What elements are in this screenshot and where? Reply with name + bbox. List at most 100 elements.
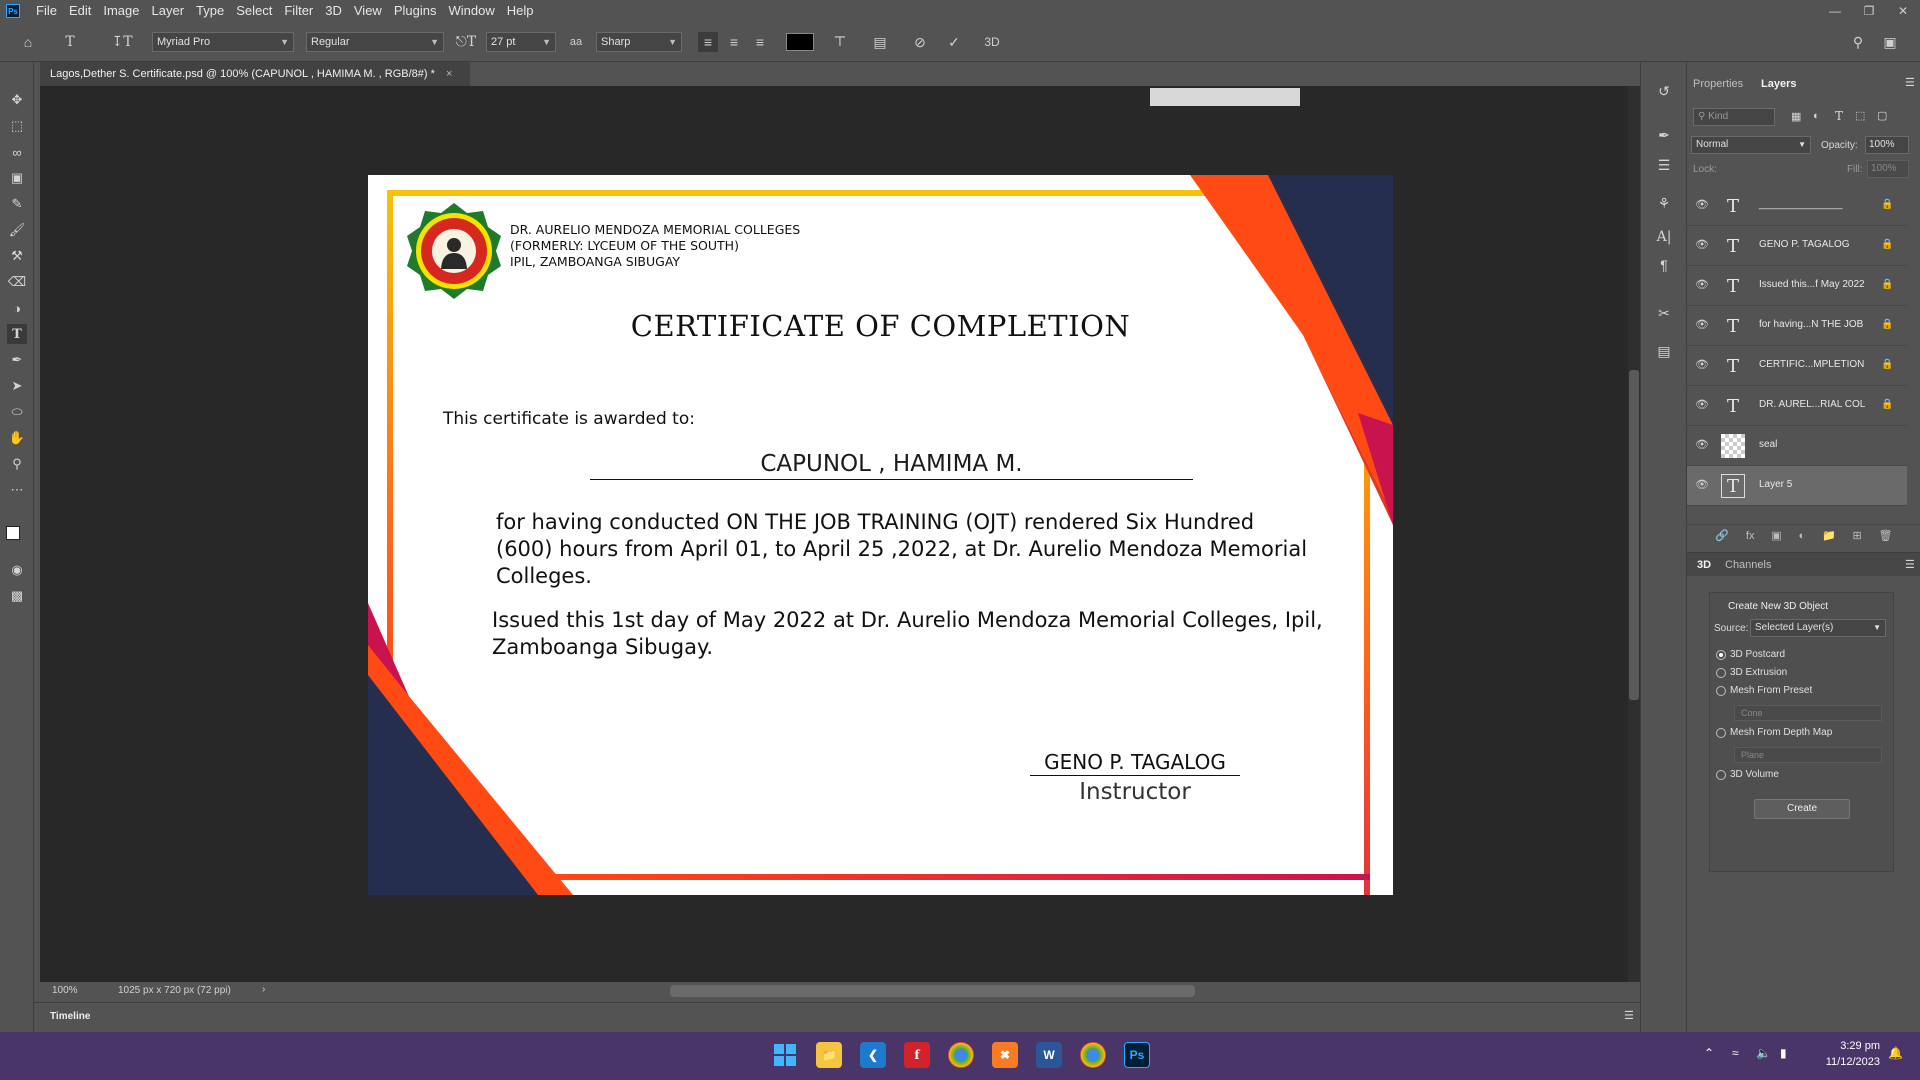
font-size-select[interactable]: 27 pt ▼ bbox=[486, 32, 556, 52]
chrome-icon[interactable] bbox=[948, 1042, 974, 1068]
character-icon[interactable]: A| bbox=[1653, 226, 1675, 248]
certificate-canvas[interactable]: DR. AURELIO MENDOZA MEMORIAL COLLEGES (F… bbox=[368, 175, 1393, 895]
layer-row[interactable]: 👁 T _______________ 🔒 bbox=[1687, 186, 1907, 226]
windows-start-icon[interactable] bbox=[772, 1042, 798, 1068]
layer-row[interactable]: 👁 seal bbox=[1687, 426, 1907, 466]
file-explorer-icon[interactable]: 📁 bbox=[816, 1042, 842, 1068]
paint-bucket-tool-icon[interactable]: ◑ bbox=[7, 298, 27, 318]
add-mask-icon[interactable]: ▣ bbox=[1771, 529, 1781, 542]
foxit-icon[interactable]: f bbox=[904, 1042, 930, 1068]
3d-button[interactable]: 3D bbox=[982, 32, 1002, 52]
photoshop-taskbar-icon[interactable]: Ps bbox=[1124, 1042, 1150, 1068]
source-select[interactable]: Selected Layer(s) ▼ bbox=[1750, 619, 1886, 637]
layer-row[interactable]: 👁 T DR. AUREL...RIAL COL 🔒 bbox=[1687, 386, 1907, 426]
horizontal-scroll-thumb[interactable] bbox=[670, 985, 1195, 997]
menu-help[interactable]: Help bbox=[501, 0, 540, 22]
chrome-profile-icon[interactable] bbox=[1080, 1042, 1106, 1068]
cancel-icon[interactable]: ⊘ bbox=[910, 32, 930, 52]
antialias-select[interactable]: Sharp ▼ bbox=[596, 32, 682, 52]
layer-row[interactable]: 👁 T Issued this...f May 2022 🔒 bbox=[1687, 266, 1907, 306]
menu-file[interactable]: File bbox=[30, 0, 63, 22]
search-icon[interactable]: ⚲ bbox=[1848, 32, 1868, 52]
vscode-icon[interactable]: ❮ bbox=[860, 1042, 886, 1068]
timeline-menu-icon[interactable]: ☰ bbox=[1624, 1009, 1634, 1022]
layer-row[interactable]: 👁 T for having...N THE JOB 🔒 bbox=[1687, 306, 1907, 346]
layer-style-icon[interactable]: fx bbox=[1746, 530, 1755, 542]
clone-stamp-tool-icon[interactable]: ⚒ bbox=[7, 246, 27, 266]
workspace-icon[interactable]: ▣ bbox=[1880, 32, 1900, 52]
notification-icon[interactable]: 🔔 bbox=[1888, 1046, 1903, 1060]
vertical-scroll-thumb[interactable] bbox=[1629, 370, 1639, 700]
libraries-icon[interactable]: ▤ bbox=[1653, 340, 1675, 362]
filter-pixel-icon[interactable]: ▦ bbox=[1791, 110, 1801, 123]
foreground-color-swatch[interactable] bbox=[6, 526, 20, 540]
battery-icon[interactable]: ▮ bbox=[1780, 1046, 1787, 1060]
delete-layer-icon[interactable]: 🗑 bbox=[1879, 529, 1893, 542]
font-family-select[interactable]: Myriad Pro ▼ bbox=[152, 32, 294, 52]
opacity-input[interactable]: 100% bbox=[1865, 136, 1909, 154]
text-orientation-icon[interactable]: ↧T bbox=[111, 32, 132, 52]
screen-mode-icon[interactable]: ▩ bbox=[7, 586, 27, 606]
menu-filter[interactable]: Filter bbox=[278, 0, 319, 22]
brush-tool-icon[interactable]: 🖌 bbox=[7, 220, 27, 240]
new-adjustment-icon[interactable]: ◐ bbox=[1799, 530, 1806, 542]
create-3d-button[interactable]: Create bbox=[1754, 799, 1850, 819]
tab-properties[interactable]: Properties bbox=[1693, 78, 1743, 90]
eraser-tool-icon[interactable]: ⌫ bbox=[7, 272, 27, 292]
close-tab-icon[interactable]: × bbox=[446, 68, 452, 80]
menu-layer[interactable]: Layer bbox=[146, 0, 191, 22]
menu-select[interactable]: Select bbox=[230, 0, 278, 22]
align-center-icon[interactable]: ≡ bbox=[724, 32, 744, 52]
align-left-icon[interactable]: ≡ bbox=[698, 32, 718, 52]
menu-type[interactable]: Type bbox=[190, 0, 230, 22]
home-icon[interactable]: ⌂ bbox=[18, 32, 38, 52]
tool-presets-icon[interactable]: ✂ bbox=[1653, 302, 1675, 324]
layer-row[interactable]: 👁 T GENO P. TAGALOG 🔒 bbox=[1687, 226, 1907, 266]
wifi-icon[interactable]: ≈ bbox=[1732, 1046, 1739, 1060]
menu-image[interactable]: Image bbox=[97, 0, 145, 22]
align-right-icon[interactable]: ≡ bbox=[750, 32, 770, 52]
font-style-select[interactable]: Regular ▼ bbox=[306, 32, 444, 52]
xampp-icon[interactable]: ✖ bbox=[992, 1042, 1018, 1068]
visibility-eye-icon[interactable]: 👁 bbox=[1695, 358, 1711, 372]
filter-adjustment-icon[interactable]: ◐ bbox=[1813, 110, 1820, 122]
clone-source-icon[interactable]: ⚘ bbox=[1653, 192, 1675, 214]
eyedropper-tool-icon[interactable]: ✎ bbox=[7, 194, 27, 214]
hand-tool-icon[interactable]: ✋ bbox=[7, 428, 27, 448]
adjustments-icon[interactable]: ☰ bbox=[1653, 154, 1675, 176]
visibility-eye-icon[interactable]: 👁 bbox=[1695, 478, 1711, 492]
visibility-eye-icon[interactable]: 👁 bbox=[1695, 238, 1711, 252]
layer-row-selected[interactable]: 👁 T Layer 5 bbox=[1687, 466, 1907, 506]
new-group-icon[interactable]: 📁 bbox=[1822, 529, 1836, 542]
panel-menu-icon[interactable]: ☰ bbox=[1905, 76, 1915, 89]
link-layers-icon[interactable]: 🔗 bbox=[1715, 529, 1729, 542]
layer-row[interactable]: 👁 T CERTIFIC...MPLETION 🔒 bbox=[1687, 346, 1907, 386]
layer-filter-input[interactable]: ⚲ Kind bbox=[1693, 108, 1775, 126]
show-hidden-icons-icon[interactable]: ⌃ bbox=[1704, 1046, 1714, 1060]
paragraph-icon[interactable]: ¶ bbox=[1653, 254, 1675, 276]
clock-time[interactable]: 3:29 pm bbox=[1824, 1040, 1880, 1052]
ellipse-tool-icon[interactable]: ⬭ bbox=[7, 402, 27, 422]
document-tab[interactable]: Lagos,Dether S. Certificate.psd @ 100% (… bbox=[40, 62, 470, 86]
visibility-eye-icon[interactable]: 👁 bbox=[1695, 318, 1711, 332]
menu-3d[interactable]: 3D bbox=[319, 0, 348, 22]
visibility-eye-icon[interactable]: 👁 bbox=[1695, 438, 1711, 452]
fill-input[interactable]: 100% bbox=[1867, 160, 1909, 178]
restore-icon[interactable]: ❐ bbox=[1852, 0, 1886, 22]
filter-smart-icon[interactable]: ▢ bbox=[1877, 109, 1887, 122]
menu-window[interactable]: Window bbox=[442, 0, 500, 22]
blend-mode-select[interactable]: Normal ▼ bbox=[1691, 136, 1811, 154]
menu-view[interactable]: View bbox=[348, 0, 388, 22]
visibility-eye-icon[interactable]: 👁 bbox=[1695, 198, 1711, 212]
menu-edit[interactable]: Edit bbox=[63, 0, 97, 22]
minimize-icon[interactable]: — bbox=[1818, 0, 1852, 22]
text-color-swatch[interactable] bbox=[786, 33, 814, 51]
more-tools-icon[interactable]: ⋯ bbox=[7, 480, 27, 500]
type-tool-preset-icon[interactable]: T bbox=[60, 32, 80, 52]
new-layer-icon[interactable]: ⊞ bbox=[1853, 529, 1862, 542]
radio-3d-postcard[interactable] bbox=[1716, 650, 1726, 660]
history-icon[interactable]: ↺ bbox=[1653, 80, 1675, 102]
zoom-tool-icon[interactable]: ⚲ bbox=[7, 454, 27, 474]
radio-depth-map[interactable] bbox=[1716, 728, 1726, 738]
path-selection-tool-icon[interactable]: ➤ bbox=[7, 376, 27, 396]
